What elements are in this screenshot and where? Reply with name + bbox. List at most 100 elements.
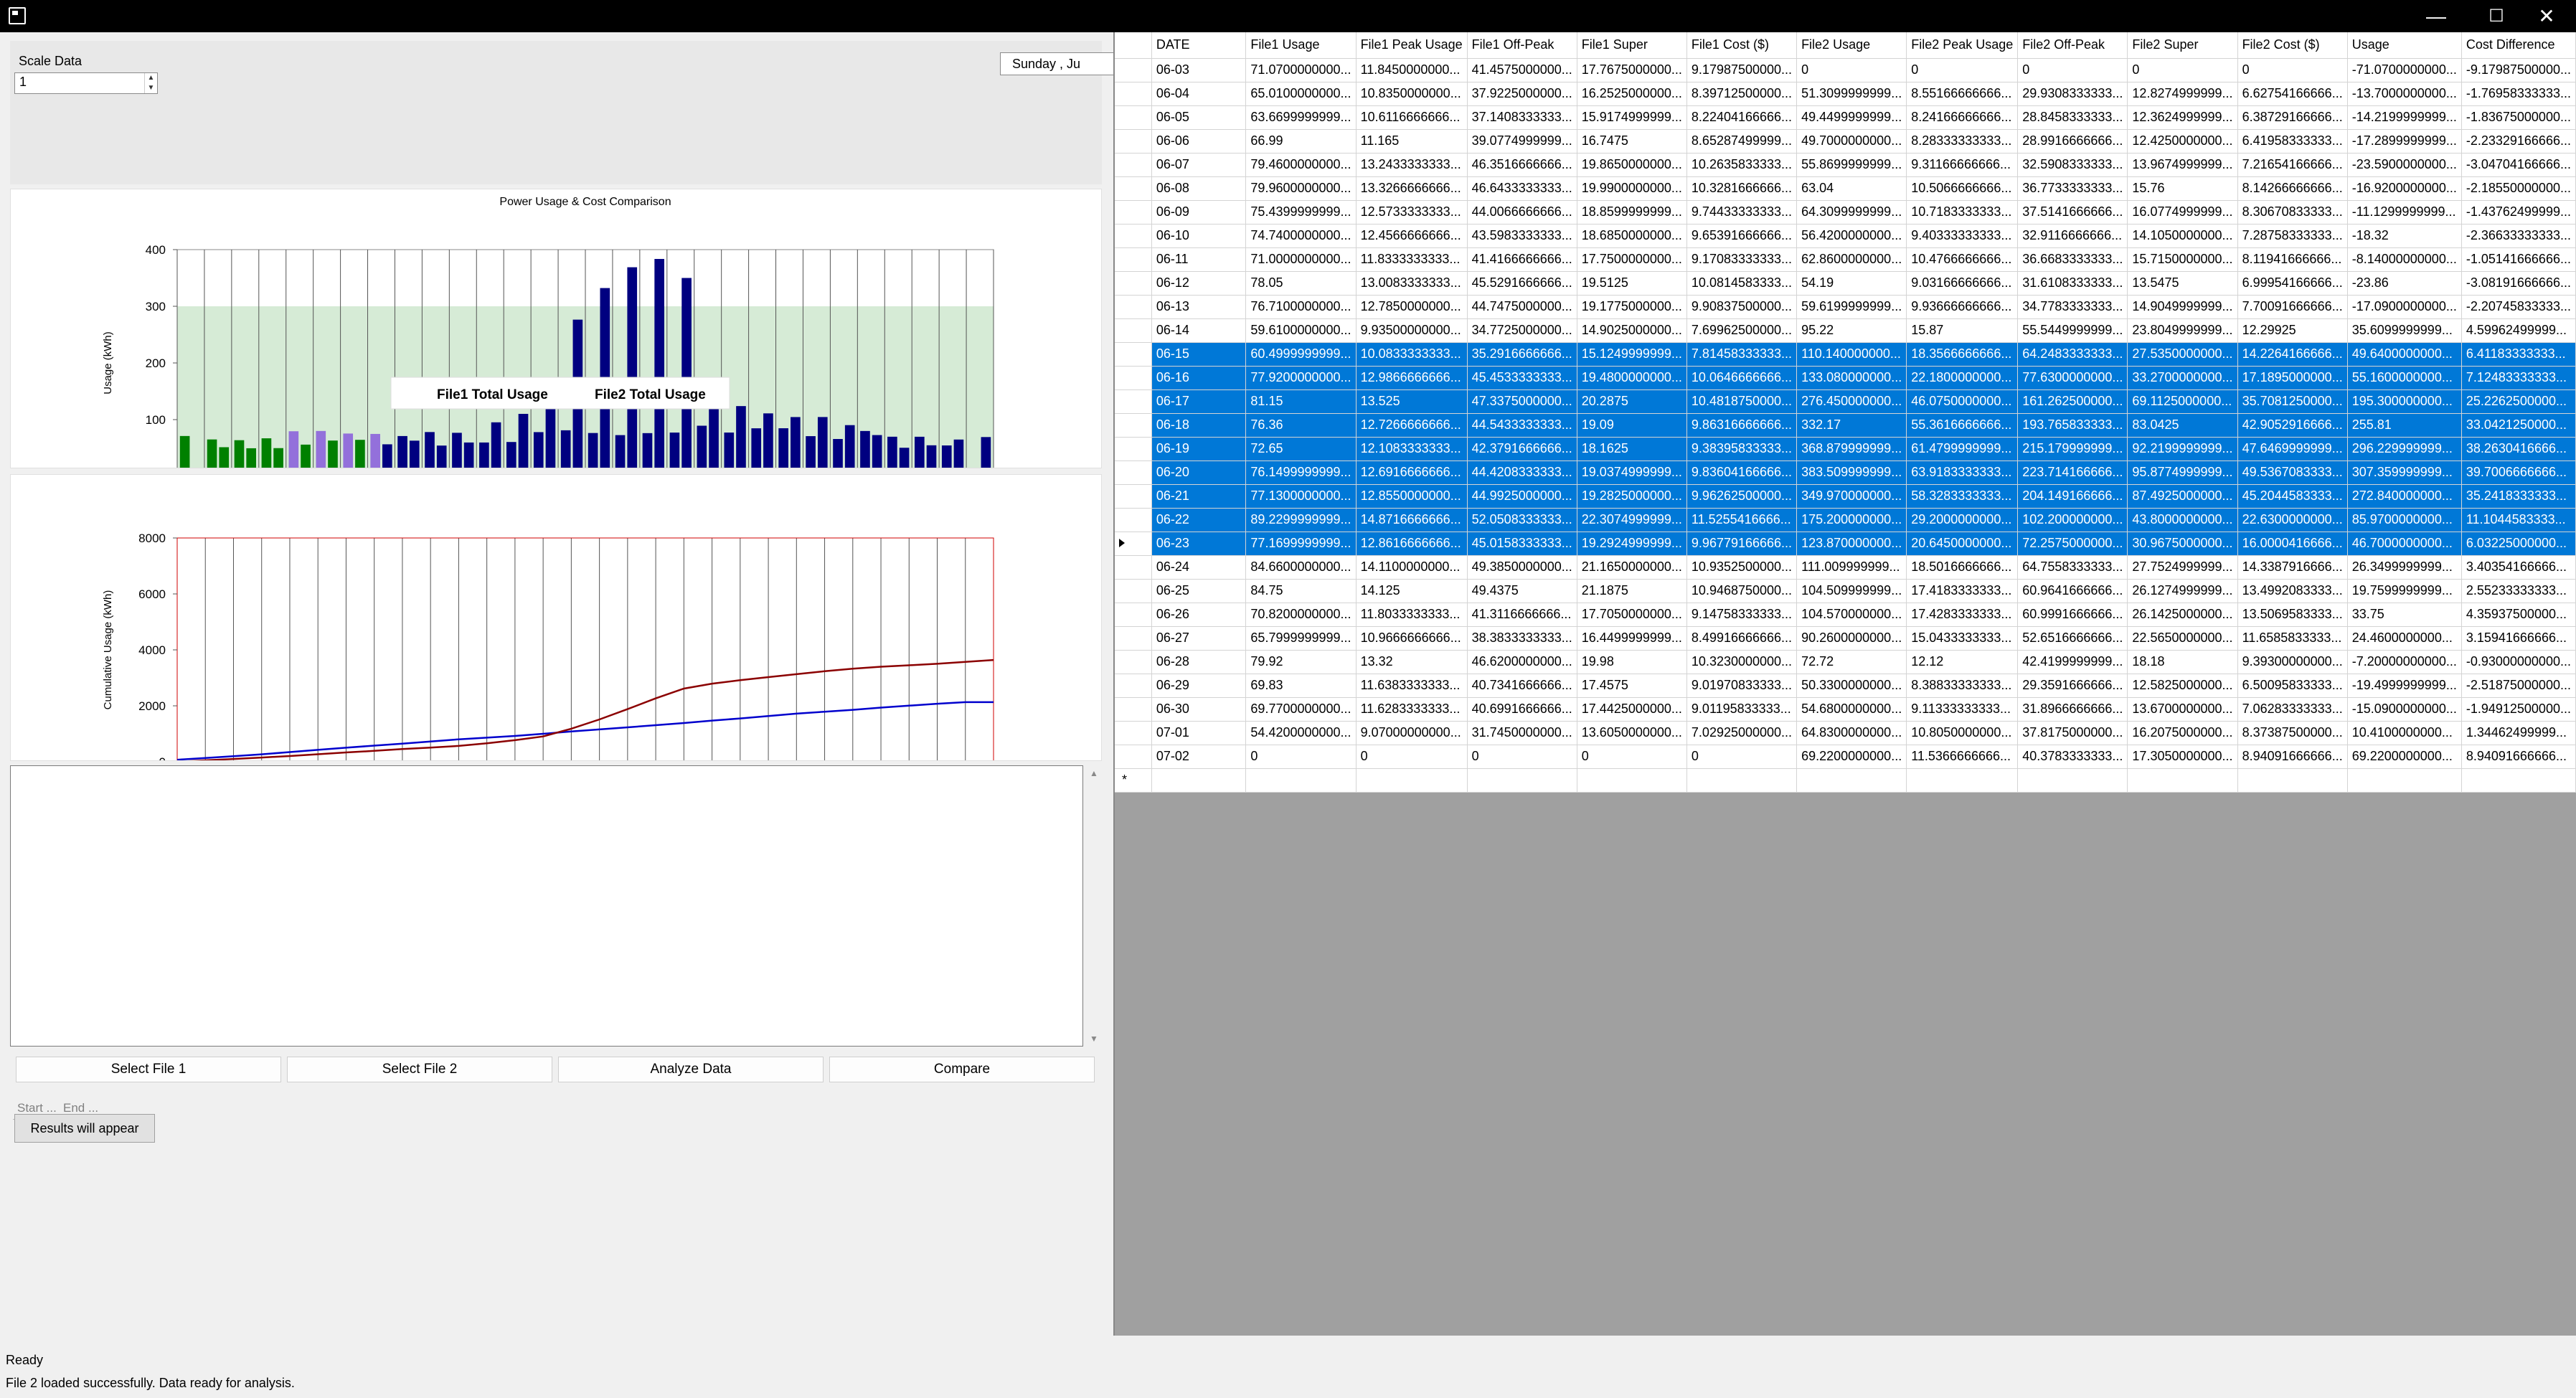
table-cell[interactable]: 19.1775000000...	[1577, 295, 1687, 319]
table-cell[interactable]: 9.40333333333...	[1906, 224, 2019, 248]
table-cell[interactable]: 26.1274999999...	[2127, 579, 2238, 603]
table-cell[interactable]: 12.5733333333...	[1356, 200, 1468, 225]
table-cell[interactable]: 8.38833333333...	[1906, 674, 2019, 698]
table-cell[interactable]: 64.2483333333...	[2017, 342, 2128, 367]
table-cell[interactable]: 69.83	[1245, 674, 1357, 698]
table-cell[interactable]: 17.4425000000...	[1577, 697, 1687, 722]
table-cell[interactable]: 21.1875	[1577, 579, 1687, 603]
table-cell[interactable]: 12.8616666666...	[1356, 532, 1468, 556]
table-cell[interactable]: 76.7100000000...	[1245, 295, 1357, 319]
column-header[interactable]: File1 Off-Peak	[1467, 32, 1577, 59]
table-cell[interactable]: 49.4499999999...	[1796, 105, 1907, 130]
table-cell[interactable]: 45.0158333333...	[1467, 532, 1577, 556]
table-cell[interactable]: 34.7783333333...	[2017, 295, 2128, 319]
select-file1-button[interactable]: Select File 1	[16, 1057, 281, 1082]
table-cell[interactable]: 63.9183333333...	[1906, 461, 2019, 485]
table-row[interactable]: 06-26 70.8200000000... 11.8033333333... 41.…	[1115, 603, 2576, 627]
table-cell[interactable]: 223.714166666...	[2017, 461, 2128, 485]
table-cell[interactable]: 06-14	[1151, 318, 1247, 343]
table-cell[interactable]: 111.009999999...	[1796, 555, 1907, 580]
table-cell[interactable]: 0	[1245, 745, 1357, 769]
table-cell[interactable]: 54.6800000000...	[1796, 697, 1907, 722]
table-cell[interactable]: 8.94091666666...	[2461, 745, 2576, 769]
row-header[interactable]	[1115, 674, 1152, 698]
table-cell[interactable]: 9.83604166666...	[1686, 461, 1798, 485]
column-header[interactable]: File2 Usage	[1796, 32, 1907, 59]
table-cell[interactable]: 51.3099999999...	[1796, 82, 1907, 106]
table-cell[interactable]: 49.7000000000...	[1796, 129, 1907, 154]
table-cell[interactable]	[2461, 768, 2576, 793]
table-cell[interactable]: 06-16	[1151, 366, 1247, 390]
table-cell[interactable]: 65.7999999999...	[1245, 626, 1357, 651]
table-cell[interactable]: 41.4166666666...	[1467, 247, 1577, 272]
table-cell[interactable]: 18.8599999999...	[1577, 200, 1687, 225]
table-cell[interactable]: -0.93000000000...	[2461, 650, 2576, 674]
column-header[interactable]: Cost Difference	[2461, 32, 2576, 59]
table-cell[interactable]: 6.38729166666...	[2237, 105, 2348, 130]
table-cell[interactable]: 12.1083333333...	[1356, 437, 1468, 461]
table-cell[interactable]: -15.0900000000...	[2347, 697, 2462, 722]
table-cell[interactable]: -1.43762499999...	[2461, 200, 2576, 225]
table-cell[interactable]: 13.32	[1356, 650, 1468, 674]
table-row[interactable]: 06-29 69.83 11.6383333333... 40.7341666666.…	[1115, 674, 2576, 698]
table-cell[interactable]: 79.92	[1245, 650, 1357, 674]
table-cell[interactable]: 11.6283333333...	[1356, 697, 1468, 722]
table-cell[interactable]: 44.4208333333...	[1467, 461, 1577, 485]
table-cell[interactable]: 1.34462499999...	[2461, 721, 2576, 745]
table-cell[interactable]: 72.72	[1796, 650, 1907, 674]
table-cell[interactable]: 12.8274999999...	[2127, 82, 2238, 106]
table-row[interactable]: 06-19 72.65 12.1083333333... 42.3791666666.…	[1115, 437, 2576, 461]
table-cell[interactable]: 22.5650000000...	[2127, 626, 2238, 651]
table-cell[interactable]: 8.55166666666...	[1906, 82, 2019, 106]
table-cell[interactable]: 06-17	[1151, 389, 1247, 414]
table-cell[interactable]: 77.6300000000...	[2017, 366, 2128, 390]
table-cell[interactable]: 215.179999999...	[2017, 437, 2128, 461]
row-header[interactable]	[1115, 579, 1152, 603]
table-cell[interactable]: 9.07000000000...	[1356, 721, 1468, 745]
table-cell[interactable]: 0	[1577, 745, 1687, 769]
table-cell[interactable]: 06-04	[1151, 82, 1247, 106]
table-cell[interactable]: 78.05	[1245, 271, 1357, 296]
table-cell[interactable]: 13.5475	[2127, 271, 2238, 296]
table-cell[interactable]: 39.0774999999...	[1467, 129, 1577, 154]
row-header[interactable]	[1115, 721, 1152, 745]
table-row[interactable]: 06-27 65.7999999999... 10.9666666666... 38.…	[1115, 626, 2576, 651]
table-cell[interactable]: -23.86	[2347, 271, 2462, 296]
table-cell[interactable]: 19.7599999999...	[2347, 579, 2462, 603]
table-cell[interactable]: -17.0900000000...	[2347, 295, 2462, 319]
table-cell[interactable]: 13.9674999999...	[2127, 153, 2238, 177]
table-cell[interactable]: 175.200000000...	[1796, 508, 1907, 532]
table-cell[interactable]: 12.8550000000...	[1356, 484, 1468, 509]
table-cell[interactable]: -2.20745833333...	[2461, 295, 2576, 319]
table-cell[interactable]: 54.19	[1796, 271, 1907, 296]
table-cell[interactable]: 63.04	[1796, 176, 1907, 201]
table-cell[interactable]: 11.1044583333...	[2461, 508, 2576, 532]
table-cell[interactable]: 9.11333333333...	[1906, 697, 2019, 722]
row-header[interactable]	[1115, 413, 1152, 438]
table-cell[interactable]: 11.165	[1356, 129, 1468, 154]
table-cell[interactable]: 77.1300000000...	[1245, 484, 1357, 509]
table-cell[interactable]: 9.96779166666...	[1686, 532, 1798, 556]
table-cell[interactable]: 59.6199999999...	[1796, 295, 1907, 319]
table-cell[interactable]: 4.59962499999...	[2461, 318, 2576, 343]
table-cell[interactable]: 33.2700000000...	[2127, 366, 2238, 390]
table-cell[interactable]: 69.7700000000...	[1245, 697, 1357, 722]
table-cell[interactable]: 46.7000000000...	[2347, 532, 2462, 556]
table-cell[interactable]	[1151, 768, 1247, 793]
table-cell[interactable]: -11.1299999999...	[2347, 200, 2462, 225]
table-cell[interactable]	[2127, 768, 2238, 793]
table-cell[interactable]: 44.5433333333...	[1467, 413, 1577, 438]
table-cell[interactable]: 9.01195833333...	[1686, 697, 1798, 722]
table-cell[interactable]: 0	[2127, 58, 2238, 82]
table-cell[interactable]: 06-30	[1151, 697, 1247, 722]
table-cell[interactable]: 46.3516666666...	[1467, 153, 1577, 177]
table-cell[interactable]: 26.3499999999...	[2347, 555, 2462, 580]
table-cell[interactable]: -17.2899999999...	[2347, 129, 2462, 154]
table-cell[interactable]: 9.31166666666...	[1906, 153, 2019, 177]
table-cell[interactable]: 21.1650000000...	[1577, 555, 1687, 580]
row-header[interactable]	[1115, 105, 1152, 130]
table-cell[interactable]: 25.2262500000...	[2461, 389, 2576, 414]
table-cell[interactable]: 9.86316666666...	[1686, 413, 1798, 438]
table-cell[interactable]	[1577, 768, 1687, 793]
table-cell[interactable]: 15.0433333333...	[1906, 626, 2019, 651]
